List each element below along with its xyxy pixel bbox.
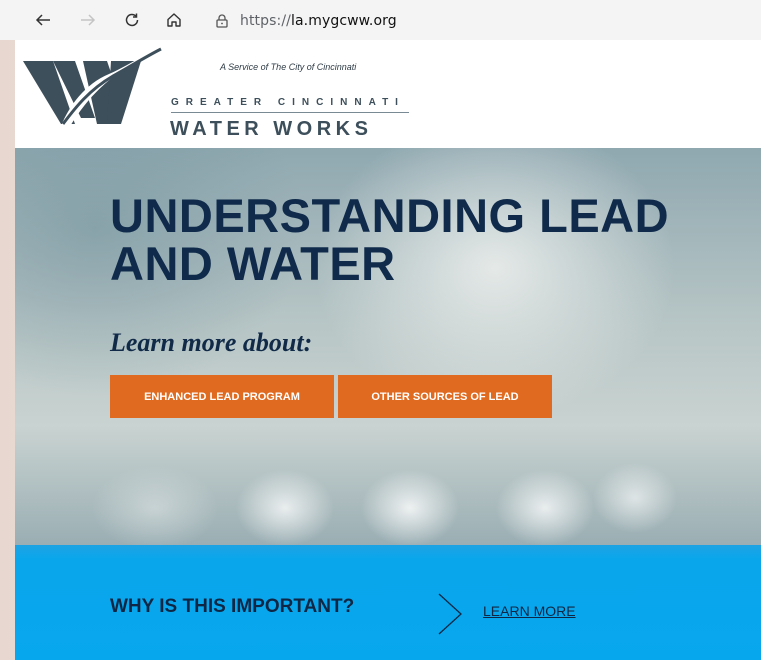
address-bar[interactable]: https://la.mygcww.org	[206, 8, 761, 34]
home-button[interactable]	[163, 9, 185, 31]
brand-name-bottom: WATER WORKS	[170, 118, 373, 140]
website: A Service of The City of Cincinnati GREA…	[15, 40, 761, 660]
back-button[interactable]	[32, 9, 54, 31]
reload-icon	[125, 13, 139, 27]
gcww-w-logo-icon	[23, 47, 162, 128]
enhanced-lead-program-button[interactable]: ENHANCED LEAD PROGRAM	[110, 375, 334, 418]
brand-divider	[171, 112, 409, 113]
brand-name-top: GREATER CINCINNATI	[171, 97, 405, 108]
title-line-1: UNDERSTANDING LEAD	[110, 189, 670, 242]
lock-icon	[216, 14, 228, 28]
reload-button[interactable]	[121, 9, 143, 31]
page-title: UNDERSTANDING LEAD AND WATER	[110, 192, 669, 288]
learn-more-link[interactable]: LEARN MORE	[483, 603, 576, 619]
browser-toolbar: https://la.mygcww.org	[0, 0, 761, 40]
learn-more-heading: Learn more about:	[110, 328, 313, 357]
chevron-right-icon	[438, 593, 462, 635]
url-protocol: https://	[240, 13, 291, 29]
site-header: A Service of The City of Cincinnati GREA…	[15, 40, 761, 148]
why-important-heading: WHY IS THIS IMPORTANT?	[110, 596, 355, 617]
tagline: A Service of The City of Cincinnati	[220, 62, 357, 72]
info-band: WHY IS THIS IMPORTANT? LEARN MORE	[15, 545, 761, 660]
url-host: la.mygcww.org	[290, 13, 397, 29]
url-text: https://la.mygcww.org	[240, 13, 397, 29]
forward-arrow-icon	[81, 14, 96, 26]
forward-button[interactable]	[77, 9, 99, 31]
title-line-2: AND WATER	[110, 237, 396, 290]
home-icon	[167, 13, 181, 27]
back-arrow-icon	[35, 14, 50, 26]
other-sources-of-lead-button[interactable]: OTHER SOURCES OF LEAD	[338, 375, 552, 418]
hero-section: UNDERSTANDING LEAD AND WATER Learn more …	[15, 148, 761, 545]
